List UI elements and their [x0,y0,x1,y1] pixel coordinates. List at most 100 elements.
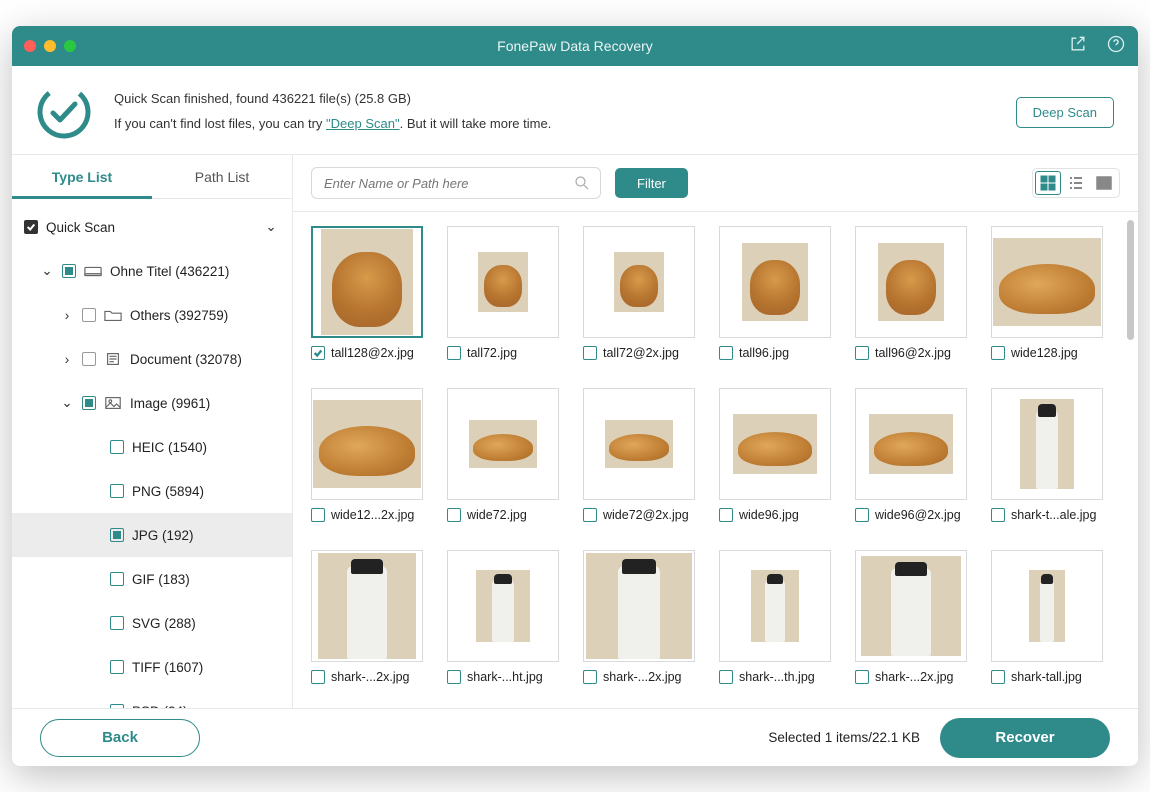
select-checkbox[interactable] [719,346,733,360]
file-name: shark-tall.jpg [1011,670,1082,684]
image-icon [104,396,122,410]
select-checkbox[interactable] [311,670,325,684]
tree-gif[interactable]: GIF (183) [12,557,292,601]
thumbnail[interactable] [991,388,1103,500]
thumbnail[interactable] [583,388,695,500]
thumbnail[interactable] [855,388,967,500]
thumbnail[interactable] [991,226,1103,338]
chevron-right-icon: › [60,308,74,323]
checkbox[interactable] [110,616,124,630]
column-view-button[interactable] [1091,171,1117,195]
main-panel: Filter tall128@2x.jpgtall72.jpgtall72@2x… [293,155,1138,708]
file-name: tall96.jpg [739,346,789,360]
select-checkbox[interactable] [311,346,325,360]
status-bar: Quick Scan finished, found 436221 file(s… [12,66,1138,155]
tree-document[interactable]: › Document (32078) [12,337,292,381]
select-checkbox[interactable] [311,508,325,522]
checkbox-partial[interactable] [82,396,96,410]
thumbnail-grid: tall128@2x.jpgtall72.jpgtall72@2x.jpgtal… [293,212,1138,708]
tree-tiff[interactable]: TIFF (1607) [12,645,292,689]
select-checkbox[interactable] [855,508,869,522]
checkbox[interactable] [82,308,96,322]
select-checkbox[interactable] [583,670,597,684]
thumbnail[interactable] [311,226,423,338]
thumbnail[interactable] [719,226,831,338]
checkbox-partial[interactable] [62,264,76,278]
select-checkbox[interactable] [719,670,733,684]
drive-icon [84,264,102,278]
checkbox[interactable] [110,572,124,586]
filter-button[interactable]: Filter [615,168,688,198]
thumbnail[interactable] [447,226,559,338]
select-checkbox[interactable] [447,670,461,684]
chevron-down-icon: ⌄ [264,219,278,235]
select-checkbox[interactable] [991,346,1005,360]
select-checkbox[interactable] [583,346,597,360]
file-name: shark-t...ale.jpg [1011,508,1096,522]
thumbnail[interactable] [583,550,695,662]
recover-button[interactable]: Recover [940,718,1110,758]
list-view-button[interactable] [1063,171,1089,195]
app-title: FonePaw Data Recovery [12,38,1138,54]
tree-heic[interactable]: HEIC (1540) [12,425,292,469]
file-name: shark-...2x.jpg [331,670,410,684]
thumbnail[interactable] [447,550,559,662]
select-checkbox[interactable] [855,346,869,360]
thumbnail[interactable] [855,226,967,338]
tree-quick-scan[interactable]: Quick Scan ⌄ [12,205,292,249]
file-name: wide96@2x.jpg [875,508,961,522]
document-icon [104,352,122,366]
thumbnail-cell: shark-...2x.jpg [311,550,423,684]
file-name: wide128.jpg [1011,346,1078,360]
thumbnail[interactable] [855,550,967,662]
scan-hint: If you can't find lost files, you can tr… [114,112,551,137]
footer: Back Selected 1 items/22.1 KB Recover [12,708,1138,766]
thumbnail[interactable] [311,388,423,500]
thumbnail[interactable] [447,388,559,500]
checkbox[interactable] [110,660,124,674]
file-name: wide96.jpg [739,508,799,522]
deep-scan-button[interactable]: Deep Scan [1016,97,1114,128]
titlebar: FonePaw Data Recovery [12,26,1138,66]
selection-summary: Selected 1 items/22.1 KB [768,730,920,745]
select-checkbox[interactable] [855,670,869,684]
back-button[interactable]: Back [40,719,200,757]
tree-volume[interactable]: ⌄ Ohne Titel (436221) [12,249,292,293]
tree-image[interactable]: ⌄ Image (9961) [12,381,292,425]
tab-path-list[interactable]: Path List [152,155,292,199]
select-checkbox[interactable] [447,346,461,360]
thumbnail-cell: tall96.jpg [719,226,831,360]
checkbox[interactable] [110,484,124,498]
select-checkbox[interactable] [583,508,597,522]
thumbnail[interactable] [719,550,831,662]
sidebar: Type List Path List Quick Scan ⌄ ⌄ Ohne … [12,155,293,708]
checkbox-checked[interactable] [110,528,124,542]
tab-type-list[interactable]: Type List [12,155,152,199]
checkbox[interactable] [110,440,124,454]
thumbnail[interactable] [991,550,1103,662]
tree-jpg[interactable]: JPG (192) [12,513,292,557]
checkbox[interactable] [82,352,96,366]
grid-view-button[interactable] [1035,171,1061,195]
select-checkbox[interactable] [991,670,1005,684]
select-checkbox[interactable] [447,508,461,522]
scan-complete-icon [36,84,92,140]
thumbnail[interactable] [583,226,695,338]
file-name: shark-...th.jpg [739,670,815,684]
deep-scan-link[interactable]: "Deep Scan" [326,116,400,131]
chevron-down-icon: ⌄ [40,263,54,279]
scrollbar[interactable] [1127,220,1134,340]
select-checkbox[interactable] [991,508,1005,522]
thumbnail-cell: shark-...2x.jpg [855,550,967,684]
file-name: tall128@2x.jpg [331,346,414,360]
tree-png[interactable]: PNG (5894) [12,469,292,513]
select-checkbox[interactable] [719,508,733,522]
tree-svg[interactable]: SVG (288) [12,601,292,645]
thumbnail[interactable] [311,550,423,662]
thumbnail-cell: shark-...th.jpg [719,550,831,684]
search-input[interactable] [311,167,601,199]
tree-psd[interactable]: PSD (24) [12,689,292,708]
thumbnail-cell: tall72.jpg [447,226,559,360]
tree-others[interactable]: › Others (392759) [12,293,292,337]
thumbnail[interactable] [719,388,831,500]
